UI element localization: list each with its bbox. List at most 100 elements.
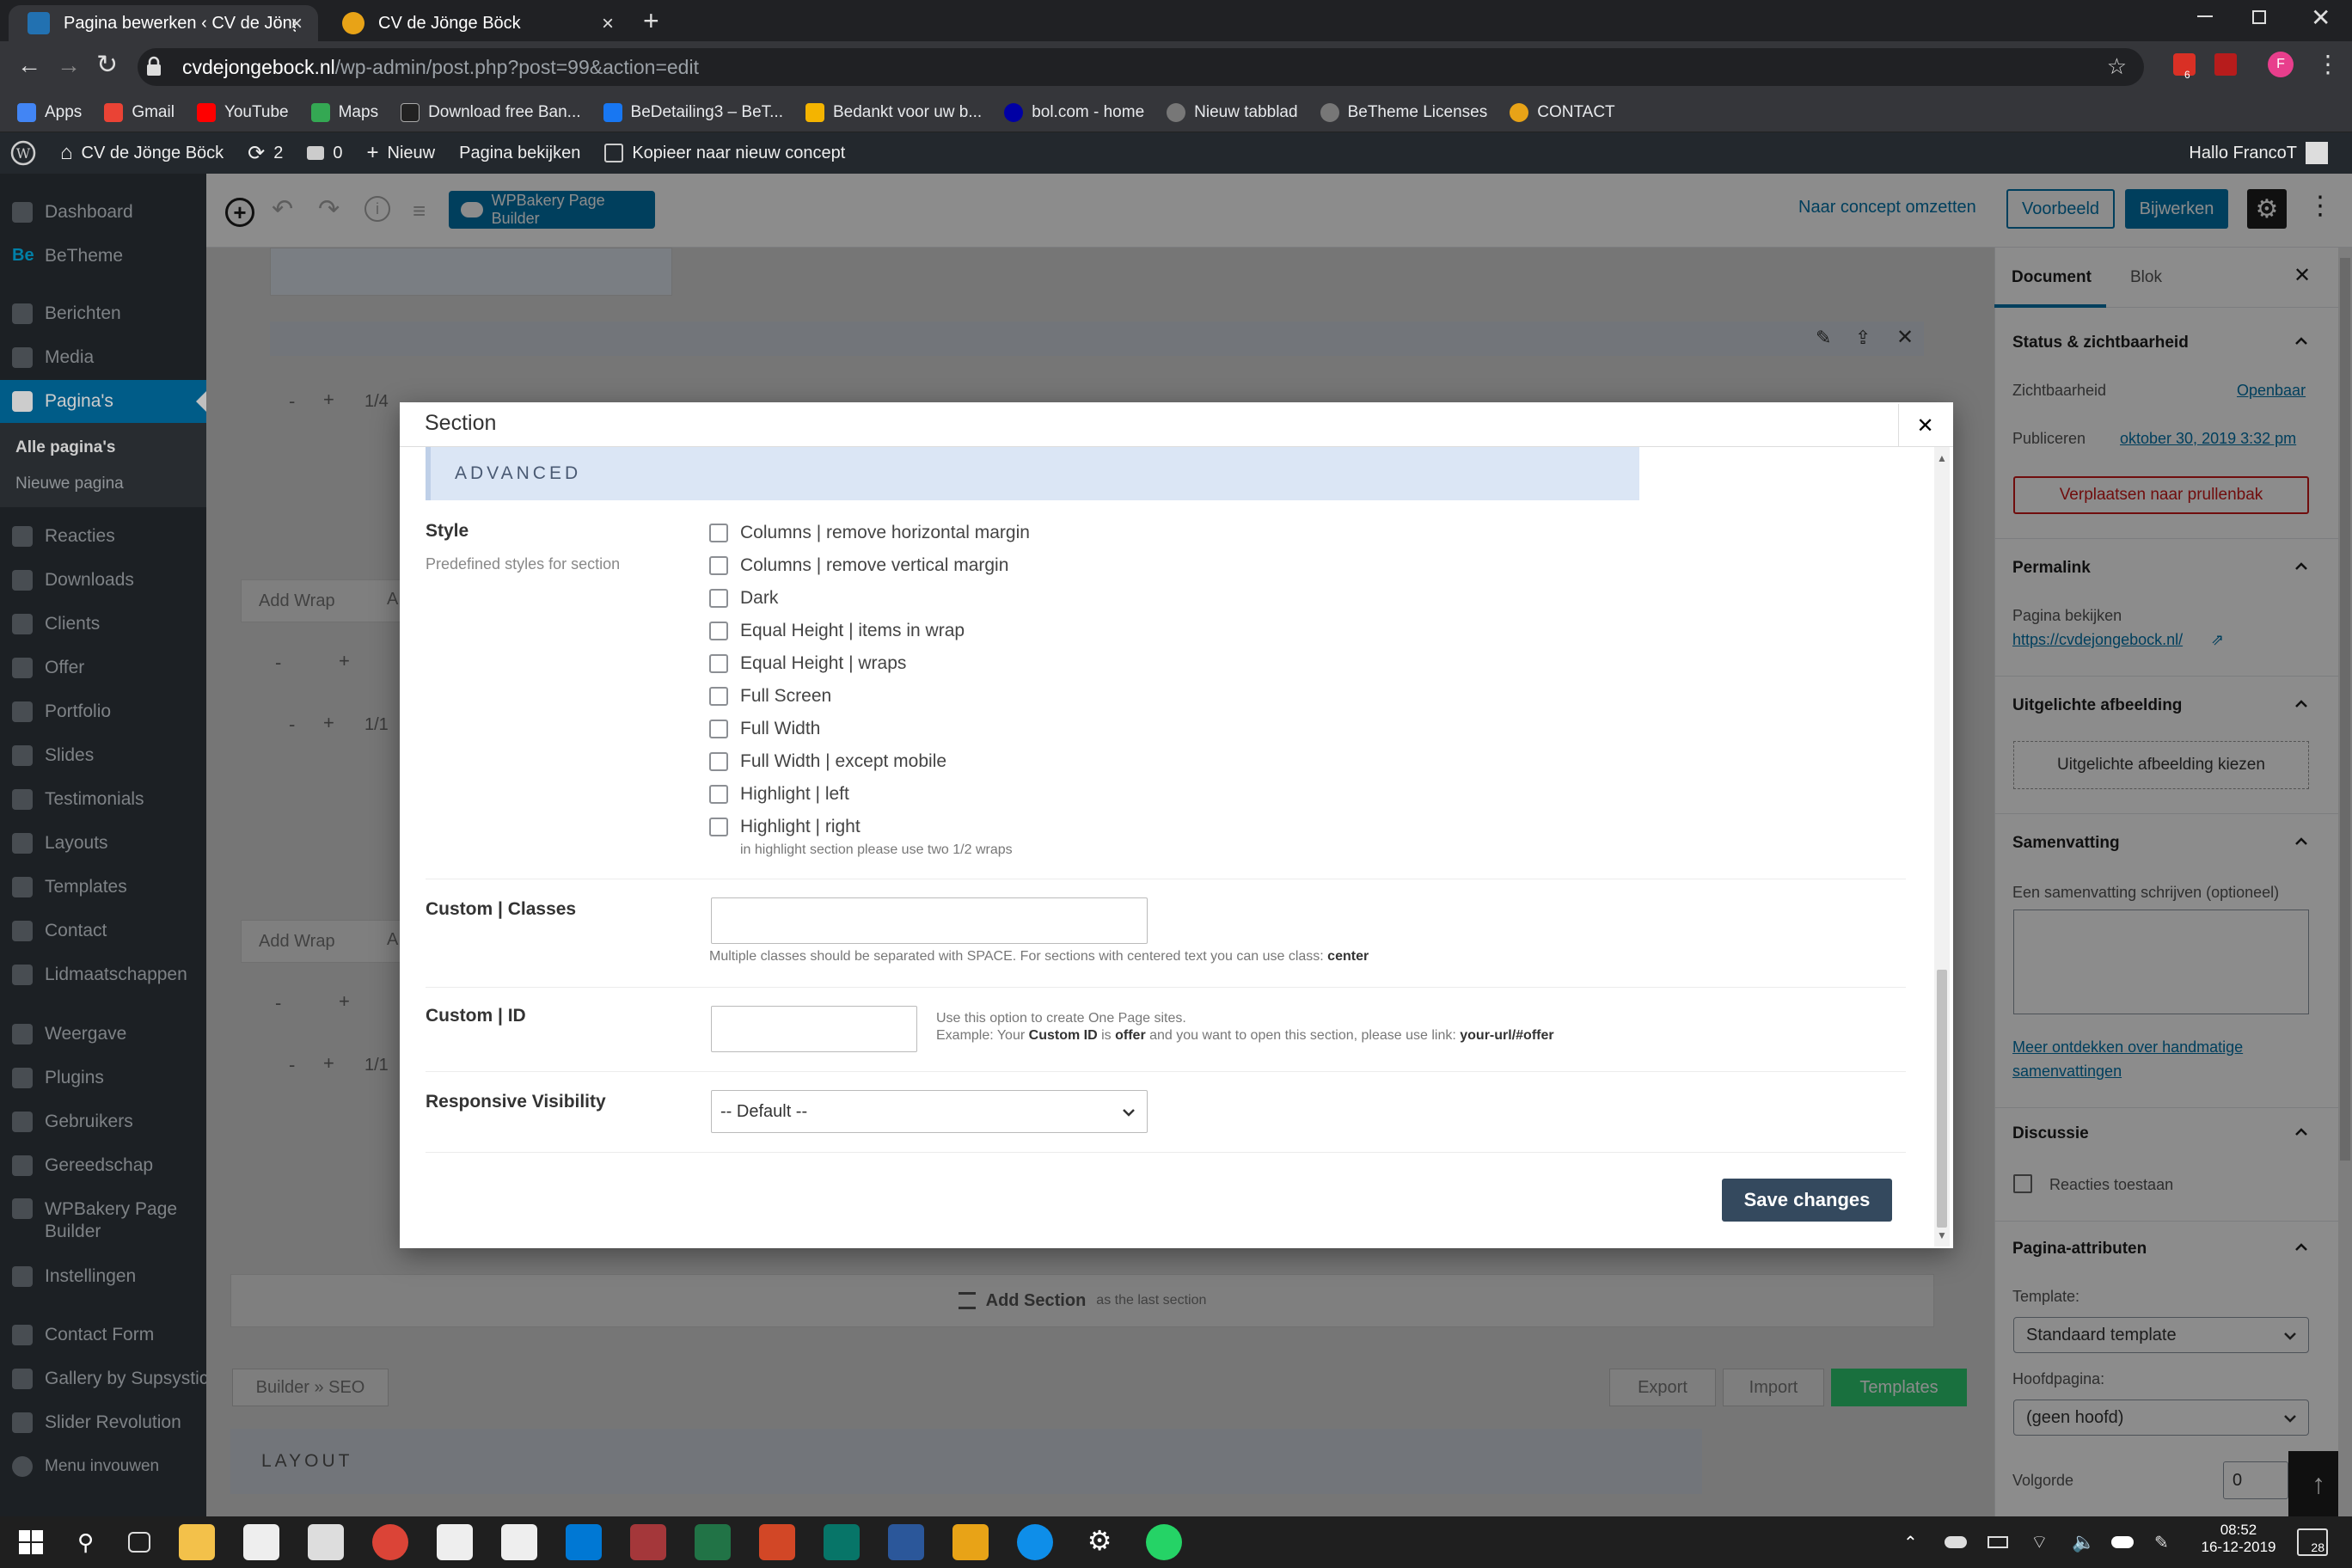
teamviewer-icon[interactable] — [1017, 1524, 1054, 1560]
volume-icon[interactable]: 🔈 — [2072, 1531, 2095, 1553]
custom-id-input[interactable] — [711, 1006, 917, 1052]
admin-comments[interactable]: 0 — [307, 144, 343, 163]
bookmark-bol[interactable]: bol.com - home — [1004, 102, 1144, 122]
checkbox[interactable] — [709, 752, 728, 771]
restore-icon[interactable] — [2252, 10, 2266, 24]
style-option[interactable]: Dark — [709, 588, 778, 609]
style-option[interactable]: Equal Height | wraps — [709, 653, 906, 674]
bookmark-apps[interactable]: Apps — [17, 102, 82, 122]
back-icon[interactable]: ← — [17, 52, 41, 79]
chrome-icon[interactable] — [372, 1524, 409, 1560]
admin-new[interactable]: + Nieuw — [367, 141, 436, 165]
style-option[interactable]: Columns | remove horizontal margin — [709, 523, 1030, 543]
bookmark-gmail[interactable]: Gmail — [104, 102, 175, 122]
admin-greeting[interactable]: Hallo FrancoT — [2189, 142, 2328, 164]
checkbox[interactable] — [709, 785, 728, 804]
admin-site-link[interactable]: ⌂ CV de Jönge Böck — [60, 141, 224, 165]
pdf-extension-icon[interactable] — [2214, 53, 2237, 76]
publisher-icon[interactable] — [824, 1524, 861, 1560]
bookmark-new-tab[interactable]: Nieuw tabblad — [1167, 102, 1298, 122]
outlook-icon[interactable] — [566, 1524, 603, 1560]
browser-menu-icon[interactable]: ⋮ — [2316, 50, 2340, 78]
bookmark-banner[interactable]: Download free Ban... — [401, 102, 581, 122]
browser-tab-active[interactable]: Pagina bewerken ‹ CV de Jönge B × — [9, 5, 318, 41]
notification-icon[interactable]: 28 — [2297, 1528, 2328, 1556]
mail-app-icon[interactable] — [308, 1524, 345, 1560]
style-option[interactable]: Columns | remove vertical margin — [709, 555, 1008, 576]
word-icon[interactable] — [888, 1524, 925, 1560]
task-view-icon[interactable] — [128, 1532, 151, 1553]
admin-updates[interactable]: ⟳ 2 — [248, 141, 283, 166]
home-icon: ⌂ — [60, 141, 73, 164]
checkbox[interactable] — [709, 818, 728, 836]
comment-icon — [307, 146, 325, 160]
windows-start-icon[interactable] — [19, 1530, 43, 1554]
new-tab-button[interactable]: + — [643, 5, 659, 37]
store-icon[interactable] — [243, 1524, 280, 1560]
forward-icon[interactable]: → — [57, 52, 81, 79]
battery-icon[interactable] — [1988, 1536, 2008, 1548]
close-tab-icon[interactable]: × — [602, 12, 614, 36]
style-option[interactable]: Highlight | right — [709, 817, 861, 837]
close-tab-icon[interactable]: × — [291, 12, 303, 36]
whiteboard-icon[interactable] — [501, 1524, 538, 1560]
checkbox[interactable] — [709, 524, 728, 542]
minimize-icon[interactable] — [2197, 15, 2213, 17]
checkbox[interactable] — [709, 556, 728, 575]
bookmark-contact[interactable]: CONTACT — [1510, 102, 1615, 122]
checkbox[interactable] — [709, 654, 728, 673]
tray-chevron-icon[interactable]: ⌃ — [1903, 1532, 1918, 1553]
powerpoint-icon[interactable] — [759, 1524, 796, 1560]
camera-icon[interactable] — [437, 1524, 474, 1560]
updates-icon: ⟳ — [248, 141, 266, 165]
bookmark-bedankt[interactable]: Bedankt voor uw b... — [805, 102, 982, 122]
filezilla-icon[interactable] — [952, 1524, 989, 1560]
checkbox[interactable] — [709, 622, 728, 640]
checkbox[interactable] — [709, 687, 728, 706]
advanced-heading: ADVANCED — [426, 447, 1639, 500]
bookmark-maps[interactable]: Maps — [310, 102, 378, 122]
style-option[interactable]: Full Screen — [709, 686, 831, 707]
checkbox[interactable] — [709, 589, 728, 608]
excel-icon[interactable] — [695, 1524, 732, 1560]
browser-tab[interactable]: CV de Jönge Böck × — [323, 5, 629, 41]
settings-app-icon[interactable]: ⚙ — [1081, 1524, 1118, 1560]
admin-copy-draft[interactable]: Kopieer naar nieuw concept — [604, 144, 845, 163]
reload-icon[interactable]: ↻ — [96, 50, 118, 80]
close-window-icon[interactable]: ✕ — [2311, 3, 2331, 32]
wp-logo-icon[interactable]: W — [10, 140, 36, 166]
style-option[interactable]: Highlight | left — [709, 784, 849, 805]
profile-avatar[interactable]: F — [2268, 52, 2294, 77]
bookmark-star-icon[interactable]: ☆ — [2107, 53, 2127, 80]
search-icon[interactable]: ⚲ — [77, 1529, 94, 1556]
scroll-up-icon[interactable]: ▲ — [1937, 452, 1947, 464]
style-description: Predefined styles for section — [426, 555, 621, 573]
modal-scrollbar-thumb[interactable] — [1937, 970, 1947, 1228]
user-avatar — [2306, 142, 2328, 164]
cloud-icon[interactable] — [2111, 1536, 2134, 1548]
bookmark-bedetailing[interactable]: BeDetailing3 – BeT... — [603, 102, 783, 122]
style-option[interactable]: Full Width — [709, 719, 820, 739]
save-changes-button[interactable]: Save changes — [1722, 1179, 1892, 1222]
clock[interactable]: 08:52 16-12-2019 — [2197, 1522, 2280, 1556]
gmail-icon — [104, 102, 124, 122]
bookmark-youtube[interactable]: YouTube — [196, 102, 289, 122]
access-icon[interactable] — [630, 1524, 667, 1560]
pen-icon[interactable]: ✎ — [2154, 1532, 2169, 1553]
admin-view-page[interactable]: Pagina bekijken — [459, 144, 580, 163]
url-bar[interactable]: cvdejongebock.nl/wp-admin/post.php?post=… — [138, 48, 2144, 86]
modal-close-button[interactable]: ✕ — [1898, 404, 1951, 447]
scroll-down-icon[interactable]: ▼ — [1937, 1229, 1947, 1241]
wifi-icon[interactable]: ⌔ — [2030, 1530, 2049, 1554]
bookmark-betheme[interactable]: BeTheme Licenses — [1320, 102, 1487, 122]
whatsapp-icon[interactable] — [1146, 1524, 1183, 1560]
file-explorer-icon[interactable] — [179, 1524, 216, 1560]
onedrive-icon[interactable] — [1945, 1536, 1967, 1548]
style-option[interactable]: Full Width | except mobile — [709, 751, 946, 772]
modal-title: Section — [425, 411, 497, 435]
bookmarks-bar: Apps Gmail YouTube Maps Download free Ba… — [0, 93, 2352, 132]
responsive-visibility-select[interactable]: -- Default -- — [711, 1090, 1148, 1133]
style-option[interactable]: Equal Height | items in wrap — [709, 621, 965, 641]
checkbox[interactable] — [709, 720, 728, 738]
custom-classes-input[interactable] — [711, 897, 1148, 944]
